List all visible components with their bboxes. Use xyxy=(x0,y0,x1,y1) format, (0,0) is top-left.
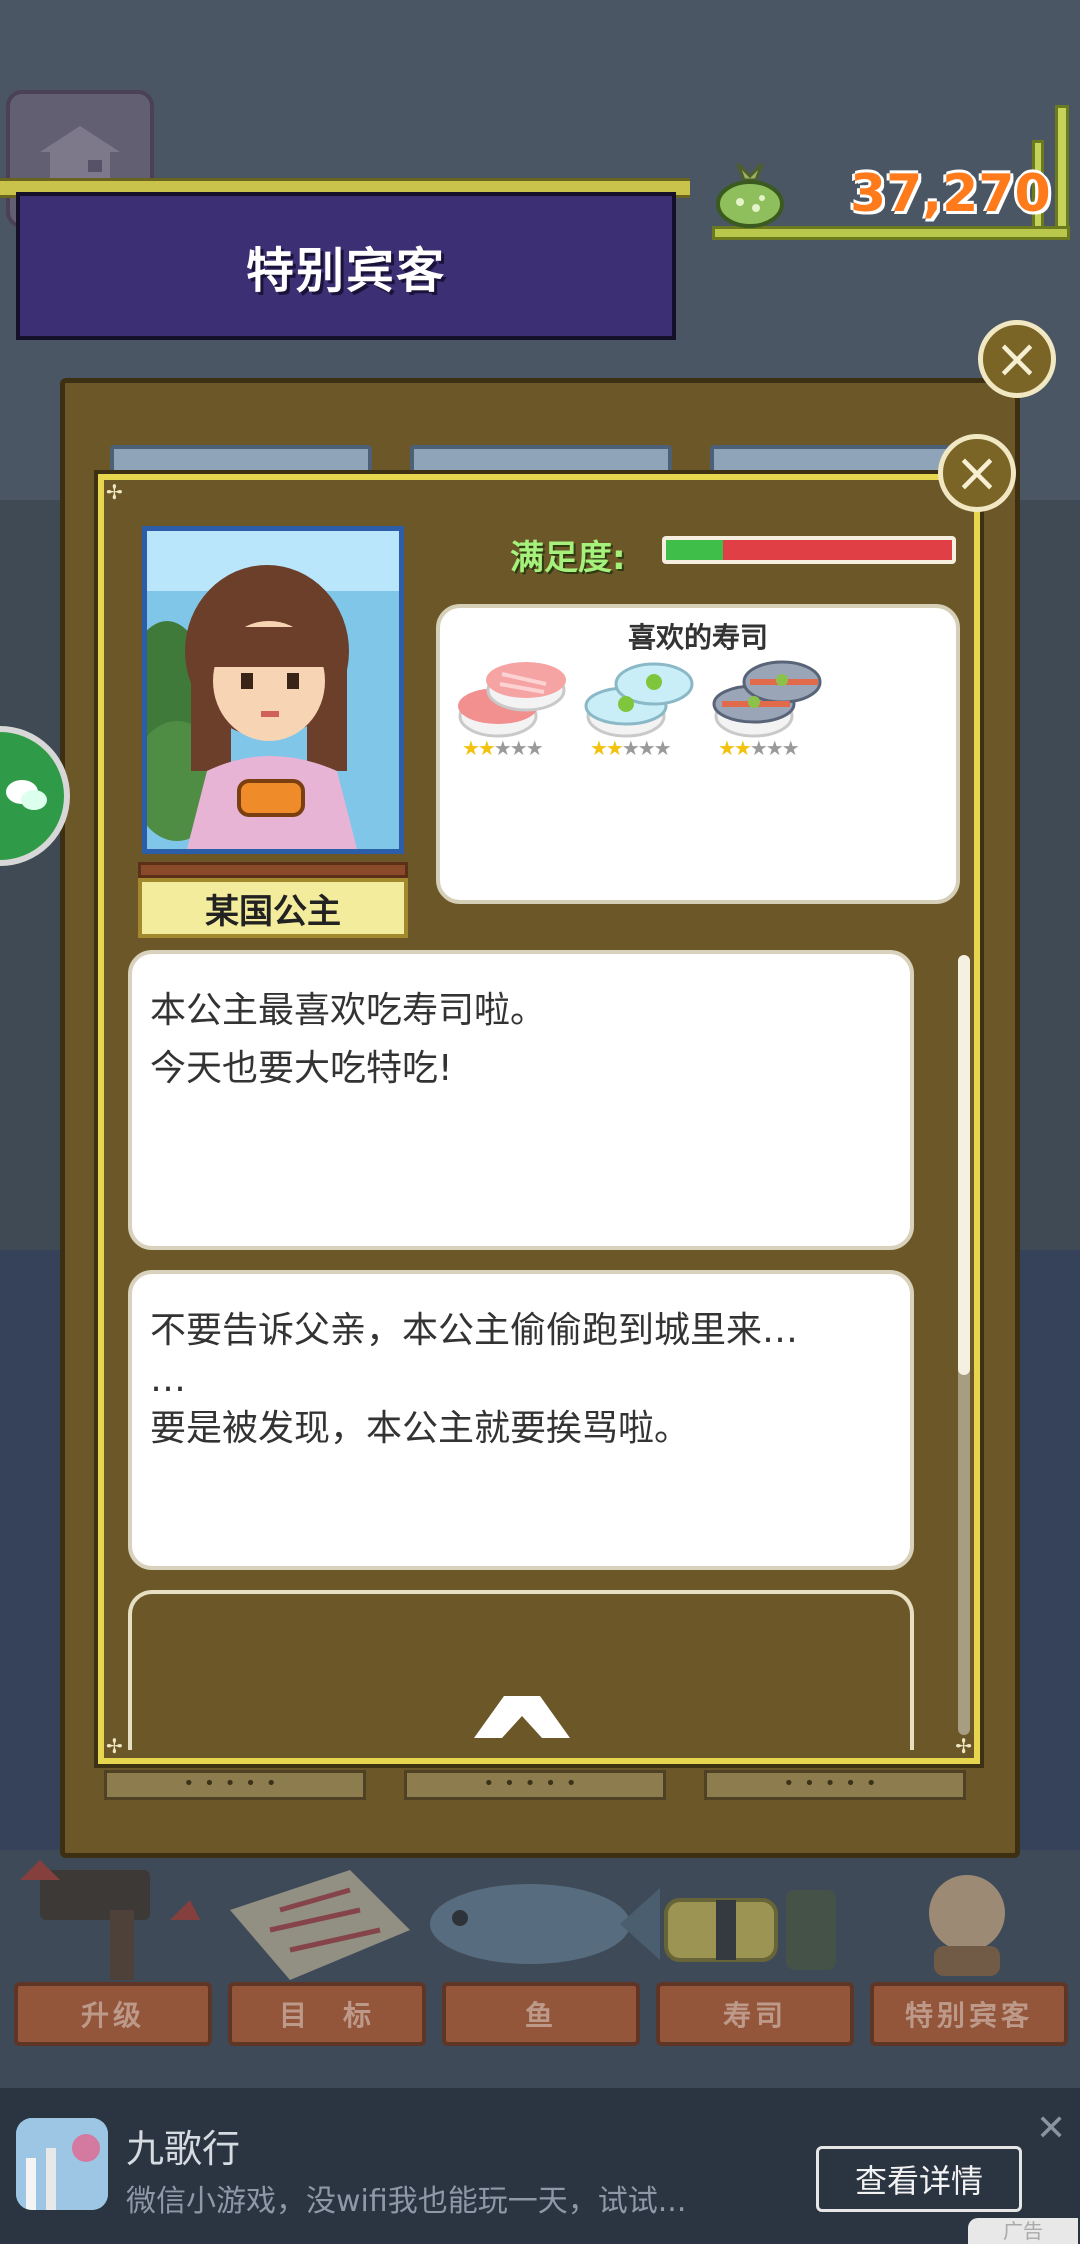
guest-tab[interactable] xyxy=(110,445,372,475)
menu-upgrade-button[interactable]: 升级 xyxy=(14,1982,212,2046)
satisfaction-bar xyxy=(662,536,956,564)
close-icon: × xyxy=(994,327,1040,390)
corner-ornament: ✢ xyxy=(955,1734,972,1758)
sushi-3-rating: ★★★★★ xyxy=(718,736,800,760)
guest-portrait xyxy=(142,526,404,854)
bamboo-decoration xyxy=(1055,105,1069,230)
ad-tag: 广告 xyxy=(968,2218,1078,2244)
guest-tab[interactable] xyxy=(410,445,672,475)
dialog-text: 不要告诉父亲，本公主偷偷跑到城里来… xyxy=(150,1310,799,1351)
guest-card-footer: ••••• xyxy=(404,1770,666,1800)
expand-arrow-icon[interactable] xyxy=(474,1690,570,1742)
close-detail-button[interactable]: × xyxy=(938,434,1016,512)
ad-description[interactable]: 微信小游戏，没wifi我也能玩一天，试试... xyxy=(126,2176,686,2220)
dialog-box-2: 不要告诉父亲，本公主偷偷跑到城里来… … 要是被发现，本公主就要挨骂啦。 xyxy=(128,1270,914,1570)
target-map-icon xyxy=(230,1870,410,1984)
scrollbar-thumb[interactable] xyxy=(958,955,970,1375)
dialog-text: 要是被发现，本公主就要挨骂啦。 xyxy=(150,1408,691,1449)
guest-avatar-icon xyxy=(912,1868,1022,1982)
dialog-text: … xyxy=(150,1359,186,1400)
close-icon: × xyxy=(954,441,1000,504)
guest-card-footer: ••••• xyxy=(704,1770,966,1800)
menu-sushi-button[interactable]: 寿司 xyxy=(656,1982,854,2046)
menu-special-guest-button[interactable]: 特别宾客 xyxy=(870,1982,1068,2046)
fish-icon xyxy=(420,1868,660,1982)
page-title: 特别宾客 xyxy=(245,243,446,299)
favorite-sushi-box: 喜欢的寿司 ★★★★★ ★★★★★ ★★★★★ xyxy=(436,604,960,904)
corner-ornament: ✢ xyxy=(106,480,123,504)
dialog-text: 今天也要大吃特吃! xyxy=(150,1048,453,1089)
ad-app-icon[interactable] xyxy=(16,2118,108,2210)
menu-goal-button[interactable]: 目 标 xyxy=(228,1982,426,2046)
guest-tab[interactable] xyxy=(710,445,972,475)
money-bag-icon xyxy=(710,150,790,234)
ad-close-icon[interactable]: ✕ xyxy=(1036,2108,1066,2149)
chat-icon xyxy=(6,780,47,810)
dialog-box-1: 本公主最喜欢吃寿司啦。 今天也要大吃特吃! xyxy=(128,950,914,1250)
guest-name-plate: 某国公主 xyxy=(138,878,408,938)
dialog-scrollbar[interactable] xyxy=(958,955,970,1735)
menu-fish-button[interactable]: 鱼 xyxy=(442,1982,640,2046)
page-banner: 特别宾客 xyxy=(16,192,676,340)
sushi-1-rating: ★★★★★ xyxy=(462,736,544,760)
corner-ornament: ✢ xyxy=(106,1734,123,1758)
satisfaction-label: 满足度: xyxy=(510,538,626,578)
guest-name: 某国公主 xyxy=(205,891,341,932)
ad-title[interactable]: 九歌行 xyxy=(126,2118,240,2173)
guest-card-footer: ••••• xyxy=(104,1770,366,1800)
sushi-menu-icon xyxy=(656,1870,846,1984)
ad-view-details-button[interactable]: 查看详情 xyxy=(816,2146,1022,2212)
satisfaction-fill xyxy=(666,540,724,560)
dialog-text: 本公主最喜欢吃寿司啦。 xyxy=(150,990,547,1031)
sushi-2-rating: ★★★★★ xyxy=(590,736,672,760)
favorite-sushi-title: 喜欢的寿司 xyxy=(627,621,768,654)
hammer-icon xyxy=(20,1860,200,1984)
name-plate-rail xyxy=(138,862,408,878)
money-amount: 37,270 xyxy=(850,164,1051,224)
close-list-button[interactable]: × xyxy=(978,320,1056,398)
